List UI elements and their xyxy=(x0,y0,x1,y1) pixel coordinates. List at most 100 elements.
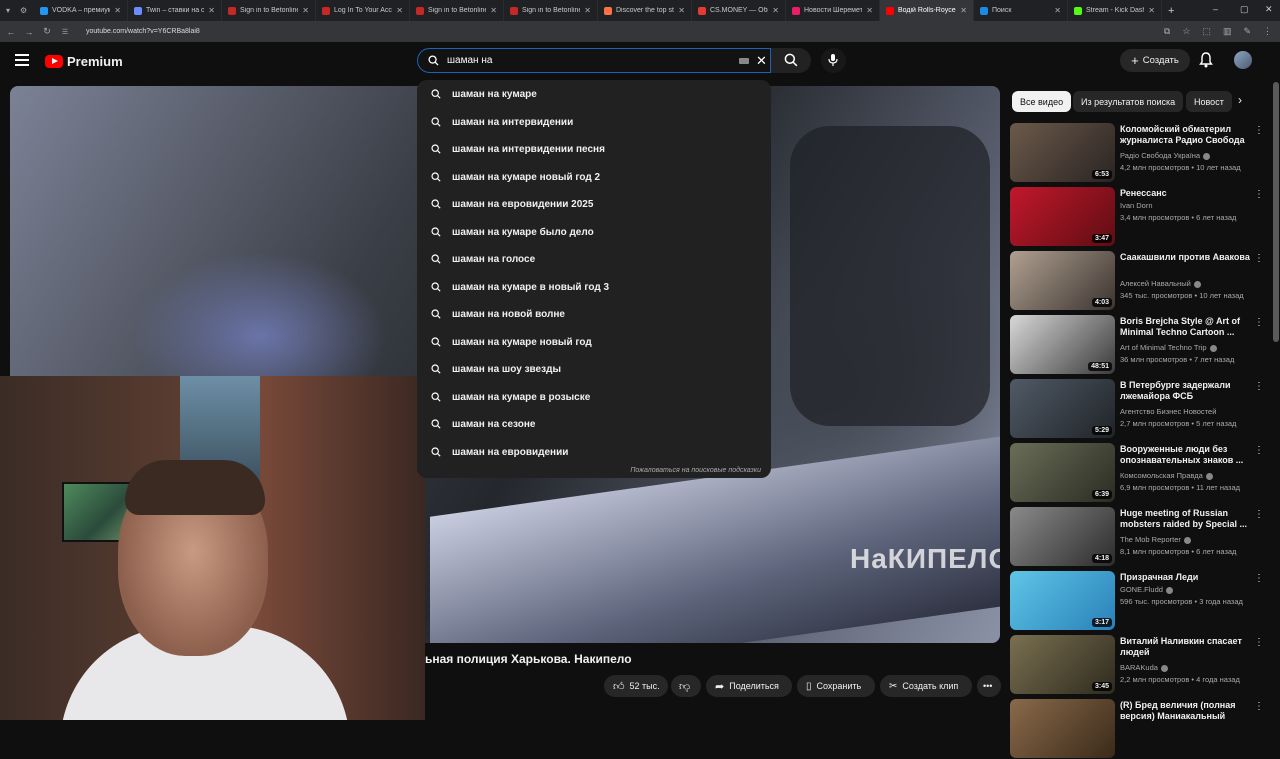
browser-tab[interactable]: Discover the top strea ✕ xyxy=(598,0,692,21)
related-video-item[interactable]: 3:47 Ренессанс Ivan Dorn 3,4 млн просмот… xyxy=(1010,187,1270,247)
bookmark-star-icon[interactable]: ☆ xyxy=(1182,26,1190,37)
new-tab-button[interactable]: + xyxy=(1168,5,1174,17)
like-button[interactable]: 👍︎ 52 тыс. xyxy=(604,675,668,697)
tab-close-icon[interactable]: ✕ xyxy=(396,6,403,15)
related-video-title[interactable]: Huge meeting of Russian mobsters raided … xyxy=(1120,508,1252,530)
notifications-bell-icon[interactable] xyxy=(1199,52,1213,68)
search-suggestion[interactable]: шаман на сезоне xyxy=(417,411,771,438)
tab-close-icon[interactable]: ✕ xyxy=(302,6,309,15)
related-video-title[interactable]: (R) Бред величия (полная версия) Маниака… xyxy=(1120,700,1252,722)
video-thumbnail[interactable] xyxy=(1010,699,1115,758)
chip-all-videos[interactable]: Все видео xyxy=(1012,91,1072,112)
search-suggestion[interactable]: шаман на шоу звезды xyxy=(417,356,771,383)
tab-close-icon[interactable]: ✕ xyxy=(960,6,967,15)
search-suggestion[interactable]: шаман на кумаре в новый год 3 xyxy=(417,274,771,301)
clip-button[interactable]: ✂ Создать клип xyxy=(880,675,972,697)
browser-tab[interactable]: Stream - Kick Dashbo ✕ xyxy=(1068,0,1162,21)
search-suggestion[interactable]: шаман на новой волне xyxy=(417,301,771,328)
search-suggestion[interactable]: шаман на интервидении песня xyxy=(417,136,771,163)
more-vert-icon[interactable]: ⋮ xyxy=(1254,189,1264,200)
tab-close-icon[interactable]: ✕ xyxy=(584,6,591,15)
channel-name-row[interactable]: Ivan Dorn xyxy=(1120,201,1153,210)
tab-close-icon[interactable]: ✕ xyxy=(490,6,497,15)
more-vert-icon[interactable]: ⋮ xyxy=(1254,509,1264,520)
related-video-item[interactable]: 4:03 Саакашвили против Авакова Алексей Н… xyxy=(1010,251,1270,311)
browser-tab[interactable]: Sign in to Betonline ✕ xyxy=(504,0,598,21)
url-field[interactable]: youtube.com/watch?v=Y6CRBa8lai8 xyxy=(86,28,200,35)
video-thumbnail[interactable]: 6:53 xyxy=(1010,123,1115,182)
tab-search-icon[interactable]: ⚙ xyxy=(20,6,34,15)
tab-actions-icon[interactable]: ▾ xyxy=(6,6,20,15)
video-thumbnail[interactable]: 48:51 xyxy=(1010,315,1115,374)
search-suggestion[interactable]: шаман на кумаре xyxy=(417,81,771,108)
search-suggestion[interactable]: шаман на евровидении xyxy=(417,439,771,466)
open-in-app-icon[interactable]: ⧉ xyxy=(1164,26,1170,37)
voice-search-button[interactable] xyxy=(821,48,846,73)
create-button[interactable]: + Создать xyxy=(1120,49,1190,72)
search-suggestion[interactable]: шаман на интервидении xyxy=(417,109,771,136)
search-suggestion[interactable]: шаман на кумаре новый год xyxy=(417,329,771,356)
more-vert-icon[interactable]: ⋮ xyxy=(1254,317,1264,328)
chevron-right-icon[interactable]: › xyxy=(1238,93,1242,107)
browser-tab[interactable]: CS.MONEY — Обмен ✕ xyxy=(692,0,786,21)
profile-icon[interactable]: ✎ xyxy=(1243,26,1251,37)
browser-tab[interactable]: Twin – ставки на спо ✕ xyxy=(128,0,222,21)
browser-menu-icon[interactable]: ⋮ xyxy=(1263,26,1272,37)
browser-tab[interactable]: Log In To Your Accou ✕ xyxy=(316,0,410,21)
keyboard-icon[interactable] xyxy=(739,58,749,64)
more-vert-icon[interactable]: ⋮ xyxy=(1254,701,1264,712)
related-video-title[interactable]: Ренессанс xyxy=(1120,188,1252,199)
video-thumbnail[interactable]: 3:47 xyxy=(1010,187,1115,246)
browser-tab[interactable]: Sign in to Betonline ✕ xyxy=(222,0,316,21)
browser-tab[interactable]: VODKA – премиум ст ✕ xyxy=(34,0,128,21)
channel-name-row[interactable]: BARAKuda xyxy=(1120,663,1168,672)
video-thumbnail[interactable]: 3:45 xyxy=(1010,635,1115,694)
browser-tab[interactable]: Поиск ✕ xyxy=(974,0,1068,21)
channel-name-row[interactable]: Art of Minimal Techno Trip xyxy=(1120,343,1217,352)
video-thumbnail[interactable]: 3:17 xyxy=(1010,571,1115,630)
channel-name-row[interactable]: Алексей Навальный xyxy=(1120,279,1201,288)
tab-close-icon[interactable]: ✕ xyxy=(208,6,215,15)
channel-name-row[interactable]: The Mob Reporter xyxy=(1120,535,1191,544)
site-info-icon[interactable]: ☰ xyxy=(58,28,72,36)
dislike-button[interactable]: 👎︎ xyxy=(671,675,701,697)
more-vert-icon[interactable]: ⋮ xyxy=(1254,637,1264,648)
related-video-item[interactable]: 6:53 Коломойский обматерил журналиста Ра… xyxy=(1010,123,1270,183)
related-video-title[interactable]: Коломойский обматерил журналиста Радио С… xyxy=(1120,124,1252,148)
forward-icon[interactable]: → xyxy=(22,27,36,37)
extensions-icon[interactable]: ⬚ xyxy=(1202,26,1211,37)
maximize-icon[interactable]: ▢ xyxy=(1240,4,1249,15)
related-video-item[interactable]: 48:51 Boris Brejcha Style @ Art of Minim… xyxy=(1010,315,1270,375)
more-vert-icon[interactable]: ⋮ xyxy=(1254,125,1264,136)
user-avatar[interactable] xyxy=(1234,51,1252,69)
search-box[interactable]: ✕ xyxy=(417,48,771,73)
hamburger-menu-icon[interactable] xyxy=(15,54,29,66)
related-video-item[interactable]: 6:39 Вооруженные люди без опознавательны… xyxy=(1010,443,1270,503)
browser-tab[interactable]: Sign in to Betonline ✕ xyxy=(410,0,504,21)
video-thumbnail[interactable]: 4:03 xyxy=(1010,251,1115,310)
more-vert-icon[interactable]: ⋮ xyxy=(1254,253,1264,264)
minimize-icon[interactable]: – xyxy=(1213,4,1218,14)
video-thumbnail[interactable]: 6:39 xyxy=(1010,443,1115,502)
tab-close-icon[interactable]: ✕ xyxy=(1148,6,1155,15)
page-scrollbar[interactable] xyxy=(1272,82,1280,720)
reload-icon[interactable]: ↻ xyxy=(40,26,54,37)
search-suggestion[interactable]: шаман на кумаре новый год 2 xyxy=(417,164,771,191)
browser-tab[interactable]: Новости Шереметa ✕ xyxy=(786,0,880,21)
more-vert-icon[interactable]: ⋮ xyxy=(1254,445,1264,456)
related-video-item[interactable]: 3:17 Призрачная Леди GONE.Fludd 596 тыс.… xyxy=(1010,571,1270,631)
related-video-title[interactable]: Призрачная Леди xyxy=(1120,572,1252,583)
related-video-title[interactable]: В Петербурге задержали лжемайора ФСБ xyxy=(1120,380,1252,402)
channel-name-row[interactable]: Радіо Свобода Україна xyxy=(1120,151,1211,160)
search-input[interactable] xyxy=(447,55,727,66)
browser-tab[interactable]: Водій Rolls-Royce vs ✕ xyxy=(880,0,974,21)
more-vert-icon[interactable]: ⋮ xyxy=(1254,381,1264,392)
related-video-item[interactable]: (R) Бред величия (полная версия) Маниака… xyxy=(1010,699,1270,759)
back-icon[interactable]: ← xyxy=(4,27,18,37)
tab-close-icon[interactable]: ✕ xyxy=(114,6,121,15)
more-vert-icon[interactable]: ⋮ xyxy=(1254,573,1264,584)
scrollbar-thumb[interactable] xyxy=(1273,82,1279,342)
related-video-title[interactable]: Boris Brejcha Style @ Art of Minimal Tec… xyxy=(1120,316,1252,338)
search-suggestion[interactable]: шаман на кумаре было дело xyxy=(417,219,771,246)
chip-news[interactable]: Новост xyxy=(1186,91,1232,112)
